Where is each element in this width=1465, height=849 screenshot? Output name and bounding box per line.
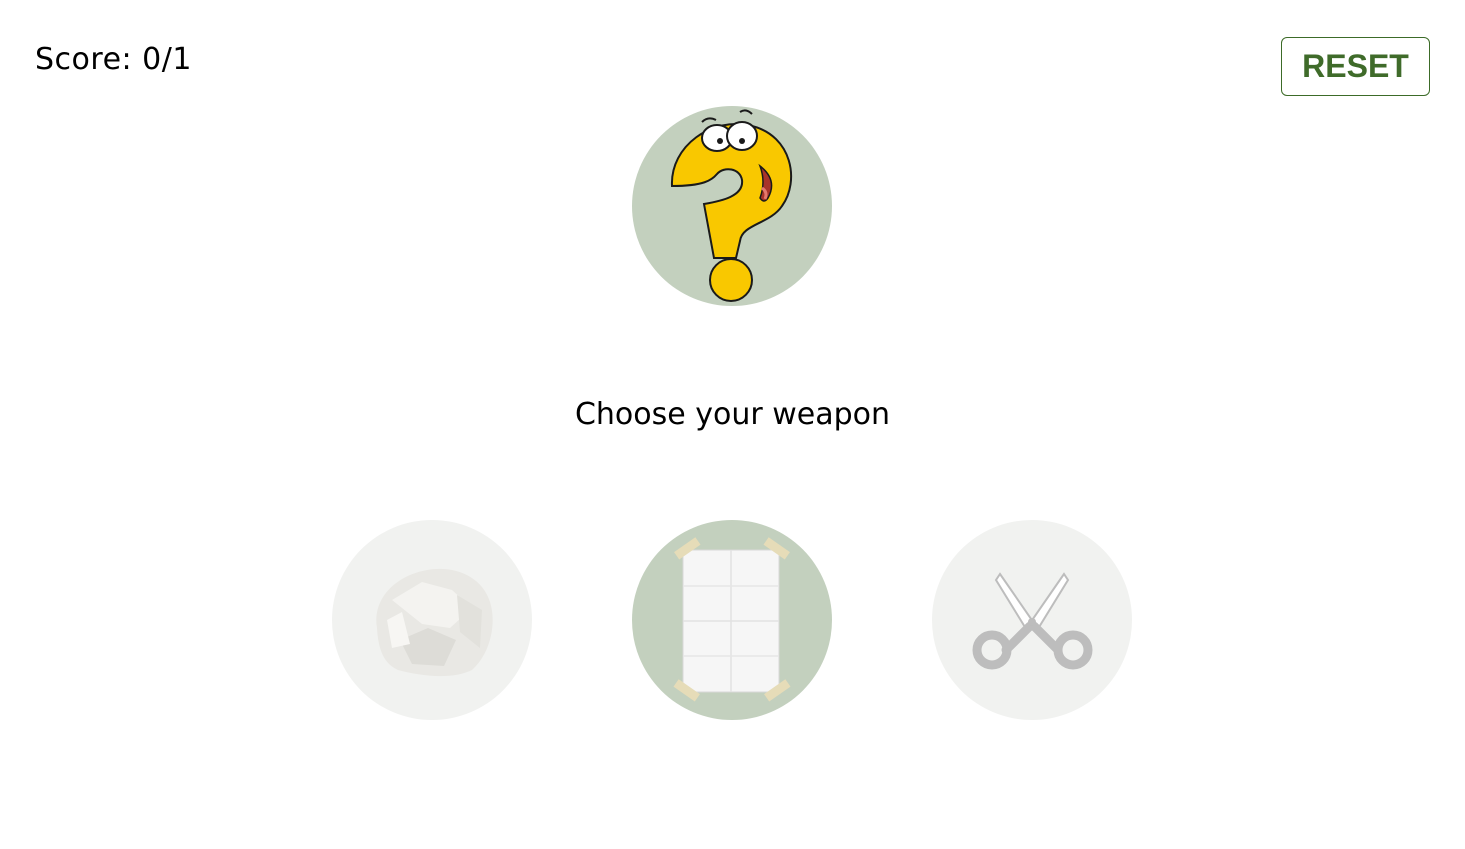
rock-icon — [332, 520, 532, 720]
prompt-text: Choose your weapon — [574, 397, 891, 432]
scissors-choice-button[interactable] — [932, 520, 1132, 720]
rock-choice-button[interactable] — [332, 520, 532, 720]
question-mark-character-icon — [632, 106, 832, 306]
reset-button[interactable]: RESET — [1281, 37, 1430, 96]
opponent-choice — [632, 106, 832, 306]
paper-icon — [632, 520, 832, 720]
paper-choice-button[interactable] — [632, 520, 832, 720]
score-display: Score: 0/1 — [35, 42, 192, 77]
scissors-icon — [932, 520, 1132, 720]
